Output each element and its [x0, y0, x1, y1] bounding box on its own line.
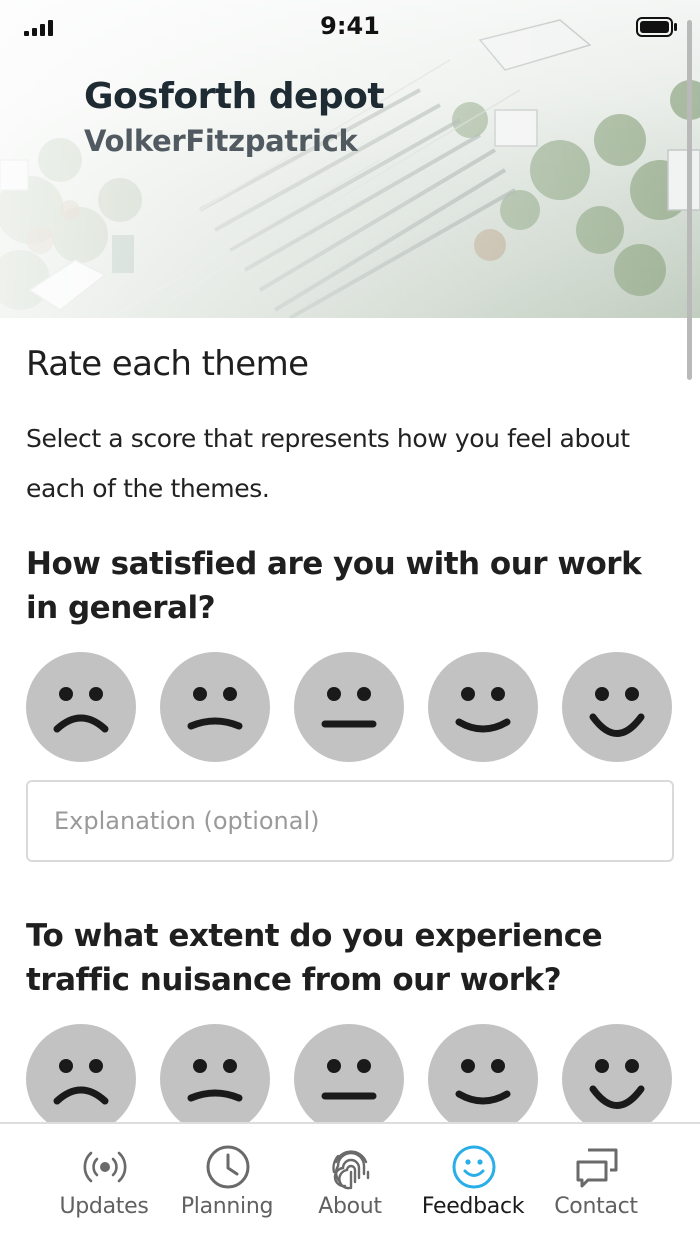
happy-face-icon: [455, 1059, 511, 1105]
face-very-sad-button[interactable]: [26, 652, 136, 762]
scrollbar[interactable]: [687, 20, 692, 380]
face-sad-button[interactable]: [160, 1024, 270, 1134]
explanation-input[interactable]: [26, 780, 674, 862]
neutral-face-icon: [321, 1059, 377, 1100]
tab-feedback[interactable]: Feedback: [411, 1124, 535, 1244]
sad-face-icon: [187, 1059, 243, 1102]
battery-icon: [636, 17, 677, 37]
face-sad-button[interactable]: [160, 652, 270, 762]
tab-planning[interactable]: Planning: [165, 1124, 289, 1244]
chat-icon: [576, 1148, 618, 1188]
sad-face-icon: [187, 687, 243, 730]
project-title: Gosforth depot: [84, 76, 385, 117]
status-time: 9:41: [320, 12, 380, 40]
face-very-sad-button[interactable]: [26, 1024, 136, 1134]
neutral-face-icon: [321, 687, 377, 728]
tab-contact[interactable]: Contact: [534, 1124, 658, 1244]
smiley-icon: [452, 1145, 496, 1189]
very-sad-face-icon: [53, 687, 109, 733]
face-happy-button[interactable]: [428, 652, 538, 762]
question-2-text: To what extent do you experience traffic…: [26, 918, 603, 998]
face-happy-button[interactable]: [428, 1024, 538, 1134]
intro-text: Select a score that represents how you f…: [26, 424, 630, 503]
section-title: Rate each theme: [26, 344, 309, 384]
broadcast-icon: [83, 1151, 127, 1183]
rating-scale-question-1: [26, 652, 674, 762]
tab-bar: Updates Planning About Feedback Contact: [0, 1122, 700, 1244]
face-neutral-button[interactable]: [294, 652, 404, 762]
status-bar: 9:41: [0, 0, 700, 56]
contractor-name: VolkerFitzpatrick: [84, 124, 358, 158]
tab-about[interactable]: About: [288, 1124, 412, 1244]
face-neutral-button[interactable]: [294, 1024, 404, 1134]
face-very-happy-button[interactable]: [562, 1024, 672, 1134]
rating-scale-question-2: [26, 1024, 674, 1134]
tab-label: Contact: [554, 1194, 638, 1219]
header-hero: 9:41 Gosforth depot VolkerFitzpatrick: [0, 0, 700, 318]
question-1-text: How satisfied are you with our work in g…: [26, 546, 642, 626]
very-happy-face-icon: [589, 1059, 645, 1109]
very-happy-face-icon: [589, 687, 645, 737]
face-very-happy-button[interactable]: [562, 652, 672, 762]
tab-updates[interactable]: Updates: [42, 1124, 166, 1244]
very-sad-face-icon: [53, 1059, 109, 1105]
fingerprint-icon: [332, 1150, 370, 1190]
clock-icon: [206, 1145, 250, 1189]
happy-face-icon: [455, 687, 511, 733]
